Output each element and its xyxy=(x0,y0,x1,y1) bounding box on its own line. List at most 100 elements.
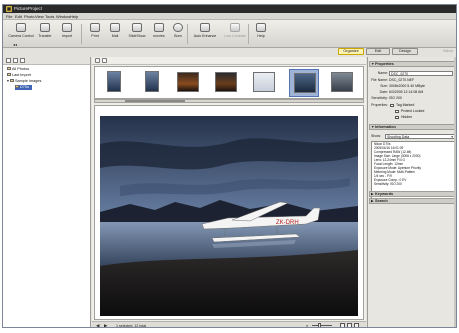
folder-panel-header xyxy=(3,57,90,65)
thumbnail-image xyxy=(107,71,121,92)
browser-header xyxy=(92,57,366,65)
properties-label: Properties: xyxy=(371,103,388,107)
section-title: Information xyxy=(375,125,396,129)
tab-organize[interactable]: Organize xyxy=(338,48,364,55)
menu-window[interactable]: Window xyxy=(56,14,70,19)
properties-section-header[interactable]: ▼ Properties xyxy=(369,61,456,67)
button-label: Help xyxy=(257,34,265,38)
folder-icon xyxy=(15,85,19,88)
back-arrow-icon[interactable]: ◂◂ xyxy=(13,42,17,47)
thumbnail[interactable] xyxy=(327,69,357,97)
tab-design[interactable]: Design xyxy=(392,48,418,55)
rotate-right-icon[interactable] xyxy=(102,58,107,63)
size-value: 3008x2000 5.40 MByte xyxy=(389,84,425,88)
main-photo[interactable]: ZK-DRH xyxy=(100,116,358,316)
folder-panel: All Photos Last Import ▾ Sample Images D… xyxy=(3,57,91,327)
thumbnail-image xyxy=(294,73,316,93)
hidden-label: Hidden xyxy=(401,115,413,119)
enhance-icon xyxy=(200,23,210,32)
hidden-checkbox[interactable] xyxy=(395,115,399,119)
menu-file[interactable]: File xyxy=(6,14,12,19)
protect-locked-checkbox[interactable] xyxy=(395,109,399,113)
thumbnail-image xyxy=(253,72,275,92)
section-title: Search xyxy=(375,199,388,203)
thumbnail[interactable] xyxy=(99,69,129,97)
tab-edit[interactable]: Edit xyxy=(366,48,390,55)
tree-item-all-photos[interactable]: All Photos xyxy=(7,67,29,72)
thumbnail[interactable] xyxy=(173,69,203,97)
show-dropdown[interactable]: Shooting Data ▾ xyxy=(385,134,455,139)
mail-icon xyxy=(110,23,120,32)
thumbnail-scrollbar[interactable] xyxy=(94,99,364,103)
sensitivity-label: Sensitivity: xyxy=(371,96,388,100)
date-value: 6/3/2005 12:14:08 AM xyxy=(389,90,424,94)
section-title: Keywords xyxy=(375,192,394,196)
date-label: Date: xyxy=(379,90,388,94)
show-dropdown-value: Shooting Data xyxy=(387,135,410,139)
import-button[interactable]: Import xyxy=(55,22,79,46)
expand-arrow-icon: ▶ xyxy=(371,192,374,196)
collapse-arrow-icon: ▼ xyxy=(371,125,375,129)
menu-photo[interactable]: Photo xyxy=(24,14,34,19)
thumbnail-selected[interactable] xyxy=(289,69,319,97)
auto-enhance-button[interactable]: Auto Enhance xyxy=(193,22,217,46)
file-name-label: File Name: xyxy=(371,78,388,82)
import-folder-icon xyxy=(7,73,11,76)
thumbnail[interactable] xyxy=(137,69,167,97)
thumbnail-image xyxy=(145,71,159,92)
view-list-icon[interactable] xyxy=(347,323,352,327)
previous-photo-button[interactable]: ◀ xyxy=(96,323,99,327)
zoom-slider-thumb[interactable] xyxy=(318,323,321,327)
view-grid-icon[interactable] xyxy=(340,323,345,327)
tree-item-d70s[interactable]: D70s xyxy=(15,85,32,90)
information-section-header[interactable]: ▼ Information xyxy=(369,124,456,130)
help-button[interactable]: Help xyxy=(249,22,273,46)
status-bar: ◀ ▶ 1 selected, 12 total ⌕ xyxy=(92,321,366,328)
menu-bar: File Edit Photo View Tools Window Help xyxy=(3,13,456,20)
movie-icon xyxy=(154,23,164,32)
aircraft-registration: ZK-DRH xyxy=(276,220,299,226)
menu-tools[interactable]: Tools xyxy=(45,14,54,19)
sensitivity-value: ISO 200 xyxy=(389,96,402,100)
thumbnail-strip xyxy=(94,66,364,99)
name-field[interactable]: DSC_0270 xyxy=(389,71,453,76)
photos-icon xyxy=(7,67,11,70)
view-single-icon[interactable] xyxy=(354,323,359,327)
rotate-left-icon[interactable] xyxy=(95,58,100,63)
menu-edit[interactable]: Edit xyxy=(15,14,22,19)
tree-item-last-import[interactable]: Last Import xyxy=(7,73,31,78)
selection-count: 1 selected, 12 total xyxy=(116,324,147,328)
contrast-icon xyxy=(230,23,240,32)
delete-folder-icon[interactable] xyxy=(20,58,25,63)
thumbnail[interactable] xyxy=(211,69,241,97)
show-label: Show: xyxy=(371,134,381,138)
camera-icon xyxy=(16,23,26,32)
app-window: PictureProject File Edit Photo View Tool… xyxy=(2,4,457,328)
zoom-slider[interactable] xyxy=(312,325,332,326)
next-photo-button[interactable]: ▶ xyxy=(104,323,107,327)
help-icon xyxy=(256,23,266,32)
tree-item-sample-images[interactable]: ▾ Sample Images xyxy=(7,79,41,84)
folder-icon xyxy=(9,79,14,82)
thumbnail[interactable] xyxy=(249,69,279,97)
size-label: Size: xyxy=(380,84,388,88)
menu-view[interactable]: View xyxy=(35,14,44,19)
mode-tabs: Organize Edit Design xyxy=(338,48,420,55)
menu-help[interactable]: Help xyxy=(70,14,78,19)
search-section-header[interactable]: ▶ Search xyxy=(369,198,456,204)
brand-logo: Nikon xyxy=(443,48,454,53)
window-edge-scrollbar xyxy=(454,57,456,327)
tag-marked-checkbox[interactable] xyxy=(390,103,394,107)
scrollbar-thumb[interactable] xyxy=(125,100,185,102)
new-folder-icon[interactable] xyxy=(6,58,11,63)
keywords-section-header[interactable]: ▶ Keywords xyxy=(369,191,456,197)
print-icon xyxy=(90,23,100,32)
tree-item-label: D70s xyxy=(20,85,29,89)
photo-viewer: ZK-DRH xyxy=(94,105,364,320)
info-line: Sensitivity: ISO 200 xyxy=(374,182,402,186)
folder-options-icon[interactable] xyxy=(13,58,18,63)
tree-item-label: Last Import xyxy=(12,73,31,77)
name-label: Name: xyxy=(377,71,388,75)
collapse-arrow-icon: ▼ xyxy=(371,62,375,66)
thumbnail-image xyxy=(331,72,353,92)
